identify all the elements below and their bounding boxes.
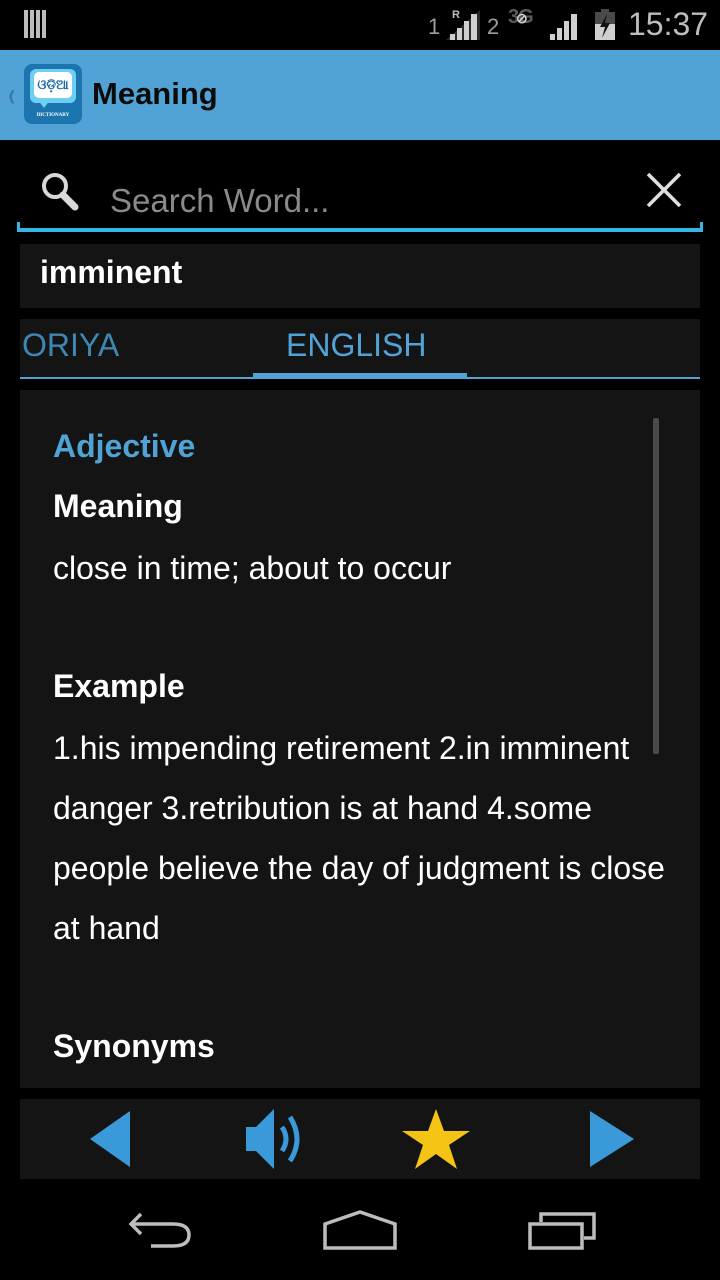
action-bar: ‹ ଓଡ଼ିଆ DICTIONARY Meaning (0, 50, 720, 140)
meaning-heading: Meaning (53, 488, 183, 524)
tab-oriya[interactable]: ORIYA (22, 327, 119, 364)
signal-icon (550, 14, 577, 40)
meaning-text: close in time; about to occur (53, 550, 452, 586)
system-nav-bar (0, 1180, 720, 1280)
search-input[interactable] (96, 176, 626, 226)
sim1-label: 1 (428, 14, 441, 39)
next-word-button[interactable] (570, 1105, 650, 1173)
speaker-icon (246, 1109, 300, 1169)
notification-icon (24, 10, 48, 40)
page-title: Meaning (92, 76, 218, 111)
scrollbar[interactable] (653, 418, 659, 754)
tab-selected-indicator (253, 373, 467, 379)
current-word: imminent (40, 254, 183, 290)
left-triangle-icon (90, 1111, 130, 1167)
home-button[interactable] (315, 1200, 405, 1260)
recent-apps-icon (528, 1212, 596, 1250)
data-disabled-icon: ⊘ (516, 10, 528, 26)
pronounce-button[interactable] (242, 1105, 322, 1173)
close-icon[interactable] (640, 166, 688, 214)
back-arrow-icon (128, 1212, 191, 1248)
definition-panel[interactable]: Adjective Meaning close in time; about t… (20, 390, 700, 1088)
logo-subtext: DICTIONARY (36, 113, 70, 118)
language-tabs: ORIYA ENGLISH (20, 319, 700, 379)
right-triangle-icon (590, 1111, 634, 1167)
network-type: 3G ⊘ (508, 6, 534, 28)
search-icon[interactable] (38, 170, 82, 214)
recent-apps-button[interactable] (518, 1200, 608, 1260)
tab-english[interactable]: ENGLISH (286, 327, 426, 364)
app-logo[interactable]: ଓଡ଼ିଆ DICTIONARY (24, 64, 82, 124)
logo-bubble-tail (38, 100, 50, 108)
sim2-label: 2 (487, 14, 500, 39)
search-underline (17, 222, 703, 232)
example-text: 1.his impending retirement 2.in imminent… (53, 730, 665, 946)
previous-word-button[interactable] (74, 1105, 154, 1173)
logo-bubble: ଓଡ଼ିଆ (30, 69, 76, 103)
example-heading: Example (53, 668, 185, 704)
back-button[interactable] (115, 1200, 205, 1260)
logo-text: ଓଡ଼ିଆ (34, 72, 72, 98)
part-of-speech: Adjective (53, 428, 196, 464)
favorite-button[interactable] (396, 1105, 476, 1173)
current-word-row: imminent (20, 244, 700, 308)
home-icon (323, 1210, 397, 1250)
clock: 15:37 (628, 6, 709, 42)
signal-icon (446, 10, 480, 40)
synonyms-heading: Synonyms (53, 1028, 215, 1064)
up-navigation-icon[interactable]: ‹ (8, 76, 15, 115)
word-toolbar (20, 1099, 700, 1179)
battery-charging-icon (595, 9, 615, 40)
status-bar: 1 R 2 3G ⊘ 15:37 (0, 0, 720, 50)
star-icon (402, 1109, 470, 1169)
